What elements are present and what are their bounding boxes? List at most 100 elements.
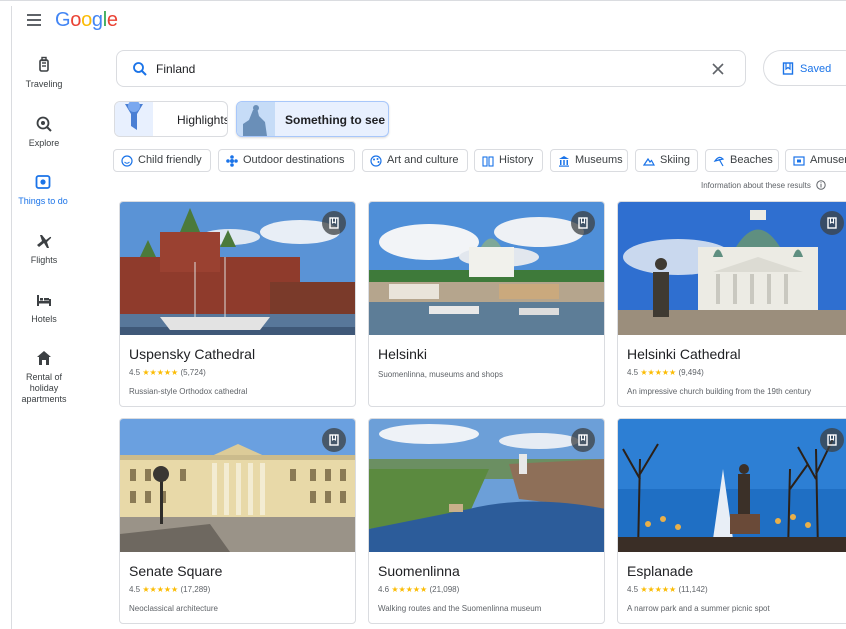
tab-label: Something to see <box>285 113 386 127</box>
saved-button[interactable]: Saved <box>763 50 846 86</box>
close-icon[interactable] <box>709 60 727 78</box>
tab-highlights[interactable]: Highlights <box>114 101 228 137</box>
card-description: A narrow park and a summer picnic spot <box>627 604 770 613</box>
bed-icon <box>37 295 51 306</box>
uspensky-cathedral-photo <box>120 202 355 335</box>
card-rating: 4.5 ★★★★★ (11,142) <box>627 585 708 594</box>
card-title: Helsinki <box>378 346 428 362</box>
suomenlinna-photo <box>369 419 604 552</box>
bookmark-button[interactable] <box>571 428 595 452</box>
explore-icon <box>36 116 52 132</box>
plane-icon <box>37 235 52 248</box>
bookmark-button[interactable] <box>322 428 346 452</box>
bookmark-icon <box>827 217 837 229</box>
bookmark-button[interactable] <box>322 211 346 235</box>
card-rating: 4.5 ★★★★★ (17,289) <box>129 585 211 594</box>
filter-museums[interactable]: Museums <box>550 149 628 172</box>
star-rating: ★★★★★ <box>640 368 677 377</box>
star-rating: ★★★★★ <box>391 585 428 594</box>
sidebar-item-explore[interactable]: Explore <box>12 115 76 148</box>
helsinki-photo <box>369 202 604 335</box>
filter-history[interactable]: History <box>474 149 543 172</box>
filter-outdoor[interactable]: Outdoor destinations <box>218 149 355 172</box>
review-count: (17,289) <box>180 585 211 594</box>
sidebar-item-label: Flights <box>30 255 58 265</box>
filter-label: Art and culture <box>387 154 459 166</box>
sidebar-item-label: Rental of holiday apartments <box>21 372 67 404</box>
review-count: (5,724) <box>180 368 206 377</box>
highlights-thumbnail <box>115 102 153 136</box>
sidebar-item-flights[interactable]: Flights <box>12 232 76 265</box>
google-logo[interactable]: Google <box>55 9 118 32</box>
place-card-senate-square[interactable]: Senate Square 4.5 ★★★★★ (17,289) Neoclas… <box>119 418 356 624</box>
search-input[interactable]: Finland <box>156 62 195 76</box>
card-rating: 4.6 ★★★★★ (21,098) <box>378 585 460 594</box>
ticket-icon <box>793 156 805 166</box>
menu-icon[interactable] <box>27 14 41 26</box>
smiley-icon <box>121 155 133 167</box>
card-title: Suomenlinna <box>378 563 460 579</box>
mountain-icon <box>643 157 655 166</box>
star-rating: ★★★★★ <box>640 585 677 594</box>
filter-art-culture[interactable]: Art and culture <box>362 149 468 172</box>
history-icon <box>482 156 494 167</box>
bookmark-icon <box>329 434 339 446</box>
card-rating: 4.5 ★★★★★ (9,494) <box>627 368 704 377</box>
card-title: Esplanade <box>627 563 694 579</box>
filter-label: Outdoor destinations <box>243 154 345 166</box>
camera-icon <box>35 175 51 189</box>
place-card-helsinki[interactable]: Helsinki Suomenlinna, museums and shops <box>368 201 605 407</box>
helsinki-cathedral-photo <box>618 202 846 335</box>
bookmark-button[interactable] <box>820 211 844 235</box>
place-card-suomenlinna[interactable]: Suomenlinna 4.6 ★★★★★ (21,098) Walking r… <box>368 418 605 624</box>
statue-thumbnail <box>237 102 275 136</box>
card-description: Russian-style Orthodox cathedral <box>129 387 248 396</box>
sidebar-item-things-to-do[interactable]: Things to do <box>12 173 74 206</box>
filter-label: Beaches <box>730 154 773 166</box>
bookmark-button[interactable] <box>820 428 844 452</box>
sidebar-item-traveling[interactable]: Traveling <box>12 56 76 89</box>
bookmark-icon <box>578 434 588 446</box>
palette-icon <box>370 155 382 167</box>
sidebar-item-rental[interactable]: Rental of holiday apartments <box>12 349 76 405</box>
sidebar-item-label: Things to do <box>18 196 68 206</box>
flower-icon <box>226 155 238 167</box>
beach-icon <box>713 156 725 167</box>
info-icon <box>816 180 826 190</box>
sidebar-item-label: Traveling <box>25 79 63 89</box>
review-count: (9,494) <box>678 368 704 377</box>
search-box[interactable]: Finland <box>116 50 746 87</box>
bookmark-button[interactable] <box>571 211 595 235</box>
filter-skiing[interactable]: Skiing <box>635 149 698 172</box>
card-rating: 4.5 ★★★★★ (5,724) <box>129 368 206 377</box>
results-info-text: Information about these results <box>701 181 811 190</box>
bookmark-icon <box>782 62 794 75</box>
filter-amusement[interactable]: Amuser <box>785 149 846 172</box>
results-info[interactable]: Information about these results <box>701 180 826 190</box>
place-card-uspensky[interactable]: Uspensky Cathedral 4.5 ★★★★★ (5,724) Rus… <box>119 201 356 407</box>
star-rating: ★★★★★ <box>142 368 179 377</box>
place-card-esplanade[interactable]: Esplanade 4.5 ★★★★★ (11,142) A narrow pa… <box>617 418 846 624</box>
filter-label: Museums <box>575 154 623 166</box>
filter-beaches[interactable]: Beaches <box>705 149 779 172</box>
filter-label: Amuser <box>810 154 846 166</box>
saved-button-label: Saved <box>800 63 832 75</box>
review-count: (21,098) <box>429 585 460 594</box>
card-description: Suomenlinna, museums and shops <box>378 370 503 379</box>
museum-icon <box>559 156 569 167</box>
card-title: Helsinki Cathedral <box>627 346 741 362</box>
place-card-helsinki-cathedral[interactable]: Helsinki Cathedral 4.5 ★★★★★ (9,494) An … <box>617 201 846 407</box>
filter-child-friendly[interactable]: Child friendly <box>113 149 211 172</box>
sidebar-item-label: Hotels <box>31 314 57 324</box>
bookmark-icon <box>329 217 339 229</box>
card-description: Walking routes and the Suomenlinna museu… <box>378 604 542 613</box>
house-icon <box>37 351 51 365</box>
sidebar-item-hotels[interactable]: Hotels <box>12 291 76 324</box>
card-title: Senate Square <box>129 563 223 579</box>
sidebar-item-label: Explore <box>28 138 60 148</box>
review-count: (11,142) <box>678 585 708 594</box>
window-top-border <box>0 0 846 6</box>
tab-something-to-see[interactable]: Something to see <box>236 101 389 137</box>
filter-label: Skiing <box>660 154 690 166</box>
card-description: Neoclassical architecture <box>129 604 218 613</box>
